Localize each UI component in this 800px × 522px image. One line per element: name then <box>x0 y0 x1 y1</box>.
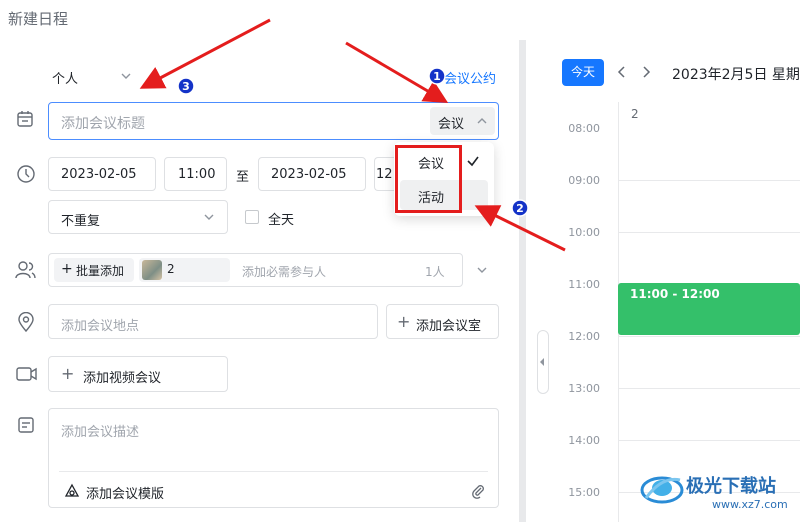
marker-2: 2 <box>516 202 524 215</box>
marker-1: 1 <box>433 70 441 83</box>
marker-3: 3 <box>182 80 190 93</box>
annotation-arrow <box>345 41 449 104</box>
annotation-arrow <box>139 18 271 89</box>
annotation-overlay: 1 2 3 <box>139 18 566 252</box>
